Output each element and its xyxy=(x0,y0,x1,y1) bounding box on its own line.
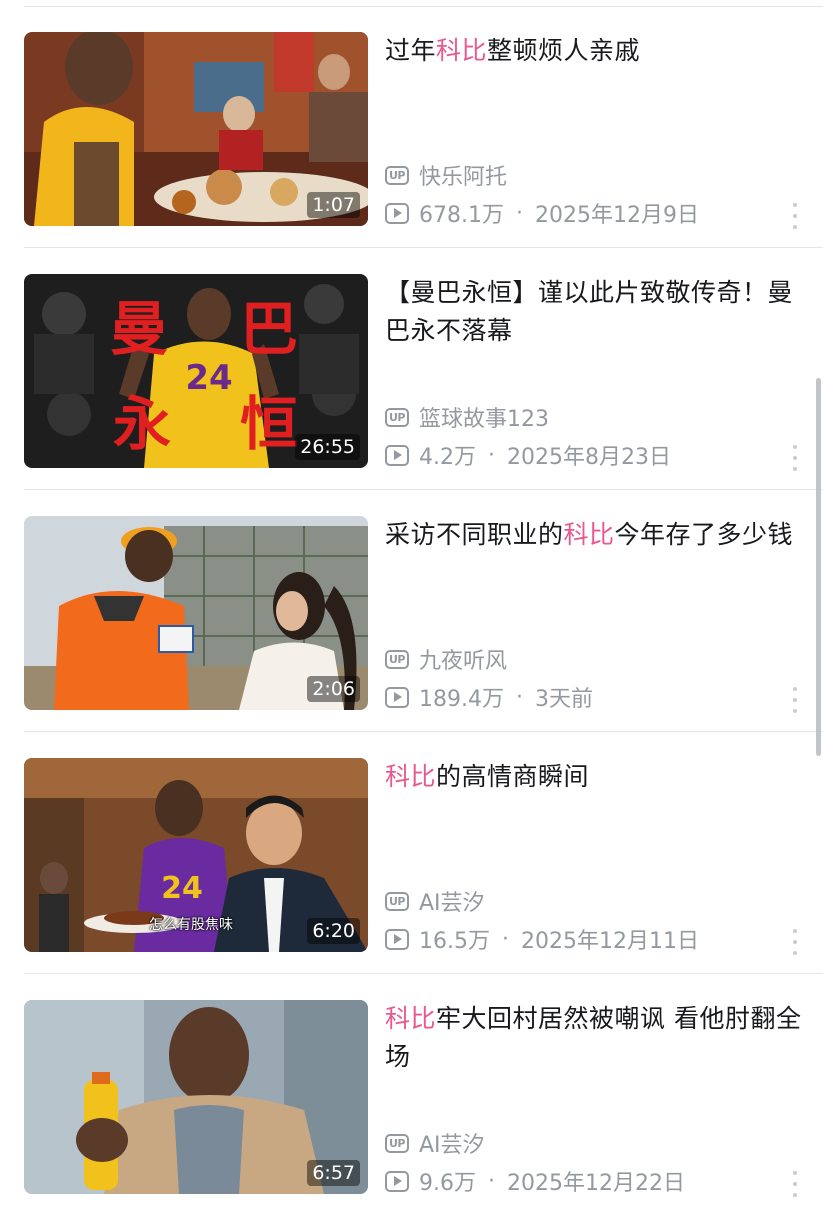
title-text: 今年存了多少钱 xyxy=(614,520,794,549)
publish-date: 2025年12月22日 xyxy=(507,1171,685,1196)
uploader-name[interactable]: AI芸汐 xyxy=(419,885,485,917)
separator: · xyxy=(488,442,495,468)
publish-date: 2025年12月9日 xyxy=(534,203,699,228)
title-text: 整顿烦人亲戚 xyxy=(487,36,641,65)
video-card[interactable]: 1:07 过年科比整顿烦人亲戚 UP 快乐阿托 678.1万 · 2025年12… xyxy=(0,6,823,248)
publish-date: 2025年12月11日 xyxy=(521,929,699,954)
video-thumbnail[interactable]: 1:07 xyxy=(24,32,368,226)
video-card[interactable]: 2:06 采访不同职业的科比今年存了多少钱 UP 九夜听风 189.4万 · 3… xyxy=(0,490,823,732)
play-count-icon xyxy=(385,1170,409,1192)
stats-row: 16.5万 · 2025年12月11日 xyxy=(385,923,699,955)
separator: · xyxy=(515,684,523,710)
thumb-caption-char: 巴 xyxy=(240,295,298,363)
more-vertical-icon[interactable] xyxy=(788,1171,802,1197)
view-count: 678.1万 xyxy=(419,203,504,228)
video-duration: 1:07 xyxy=(307,192,360,218)
view-count: 16.5万 xyxy=(419,929,490,954)
title-text: 牢大回村居然被嘲讽 看他肘翻全场 xyxy=(385,1004,802,1071)
view-count: 9.6万 xyxy=(419,1171,476,1196)
video-title[interactable]: 科比的高情商瞬间 xyxy=(385,758,810,796)
up-badge-icon: UP xyxy=(385,407,409,427)
play-count-icon xyxy=(385,202,409,224)
publish-date: 2025年8月23日 xyxy=(507,445,671,470)
video-thumbnail[interactable]: 24 怎么有股焦味 6:20 xyxy=(24,758,368,952)
stats-row: 9.6万 · 2025年12月22日 xyxy=(385,1165,685,1197)
video-title[interactable]: 过年科比整顿烦人亲戚 xyxy=(385,32,810,70)
video-duration: 26:55 xyxy=(295,434,360,460)
thumb-caption-char: 永 xyxy=(113,390,171,458)
scrollbar[interactable] xyxy=(816,378,821,756)
title-keyword-highlight: 科比 xyxy=(385,762,437,791)
thumbnail-subtitle: 怎么有股焦味 xyxy=(149,917,233,933)
video-thumbnail[interactable]: 24 曼 巴 永 恒 26:55 xyxy=(24,274,368,468)
video-card[interactable]: 24 怎么有股焦味 6:20 科比的高情商瞬间 UP AI芸汐 16.5万 · … xyxy=(0,732,823,974)
uploader-row[interactable]: UP 快乐阿托 xyxy=(385,159,507,191)
video-title[interactable]: 采访不同职业的科比今年存了多少钱 xyxy=(385,516,810,554)
publish-date: 3天前 xyxy=(534,687,593,712)
thumb-caption-char: 恒 xyxy=(240,390,298,458)
uploader-name[interactable]: 快乐阿托 xyxy=(419,159,507,191)
title-text: 采访不同职业的 xyxy=(385,520,564,549)
play-count-icon xyxy=(385,928,409,950)
view-count: 189.4万 xyxy=(419,687,504,712)
uploader-row[interactable]: UP AI芸汐 xyxy=(385,1127,485,1159)
stats-row: 678.1万 · 2025年12月9日 xyxy=(385,197,699,229)
play-count-icon xyxy=(385,686,409,708)
uploader-row[interactable]: UP 九夜听风 xyxy=(385,643,507,675)
uploader-name[interactable]: 篮球故事123 xyxy=(419,401,549,433)
up-badge-icon: UP xyxy=(385,891,409,911)
thumb-jersey-number: 24 xyxy=(161,871,203,906)
up-badge-icon: UP xyxy=(385,649,409,669)
video-card[interactable]: 6:57 科比牢大回村居然被嘲讽 看他肘翻全场 UP AI芸汐 9.6万 · 2… xyxy=(0,974,823,1216)
more-vertical-icon[interactable] xyxy=(788,203,802,229)
video-duration: 2:06 xyxy=(307,676,360,702)
title-keyword-highlight: 科比 xyxy=(436,36,488,65)
separator: · xyxy=(488,1168,495,1194)
video-title[interactable]: 【曼巴永恒】谨以此片致敬传奇！曼巴永不落幕 xyxy=(385,274,810,350)
title-text: 过年 xyxy=(385,36,437,65)
more-vertical-icon[interactable] xyxy=(788,445,802,471)
more-vertical-icon[interactable] xyxy=(788,687,802,713)
title-text: 【曼巴永恒】谨以此片致敬传奇！曼巴永不落幕 xyxy=(385,278,794,345)
view-count: 4.2万 xyxy=(419,445,476,470)
video-thumbnail[interactable]: 2:06 xyxy=(24,516,368,710)
up-badge-icon: UP xyxy=(385,1133,409,1153)
video-thumbnail[interactable]: 6:57 xyxy=(24,1000,368,1194)
play-count-icon xyxy=(385,444,409,466)
video-duration: 6:57 xyxy=(307,1160,360,1186)
thumb-caption-char: 曼 xyxy=(110,295,168,363)
video-duration: 6:20 xyxy=(307,918,360,944)
separator: · xyxy=(502,926,509,952)
separator: · xyxy=(515,200,523,226)
video-title[interactable]: 科比牢大回村居然被嘲讽 看他肘翻全场 xyxy=(385,1000,810,1076)
title-keyword-highlight: 科比 xyxy=(563,520,615,549)
stats-row: 189.4万 · 3天前 xyxy=(385,681,593,713)
uploader-row[interactable]: UP AI芸汐 xyxy=(385,885,485,917)
uploader-row[interactable]: UP 篮球故事123 xyxy=(385,401,549,433)
stats-row: 4.2万 · 2025年8月23日 xyxy=(385,439,671,471)
more-vertical-icon[interactable] xyxy=(788,929,802,955)
thumb-jersey-number: 24 xyxy=(185,358,232,398)
title-keyword-highlight: 科比 xyxy=(385,1004,437,1033)
uploader-name[interactable]: AI芸汐 xyxy=(419,1127,485,1159)
up-badge-icon: UP xyxy=(385,165,409,185)
uploader-name[interactable]: 九夜听风 xyxy=(419,643,507,675)
video-card[interactable]: 24 曼 巴 永 恒 26:55 【曼巴永恒】谨以此片致敬传奇！曼巴永不落幕 U… xyxy=(0,248,823,490)
title-text: 的高情商瞬间 xyxy=(436,762,590,791)
